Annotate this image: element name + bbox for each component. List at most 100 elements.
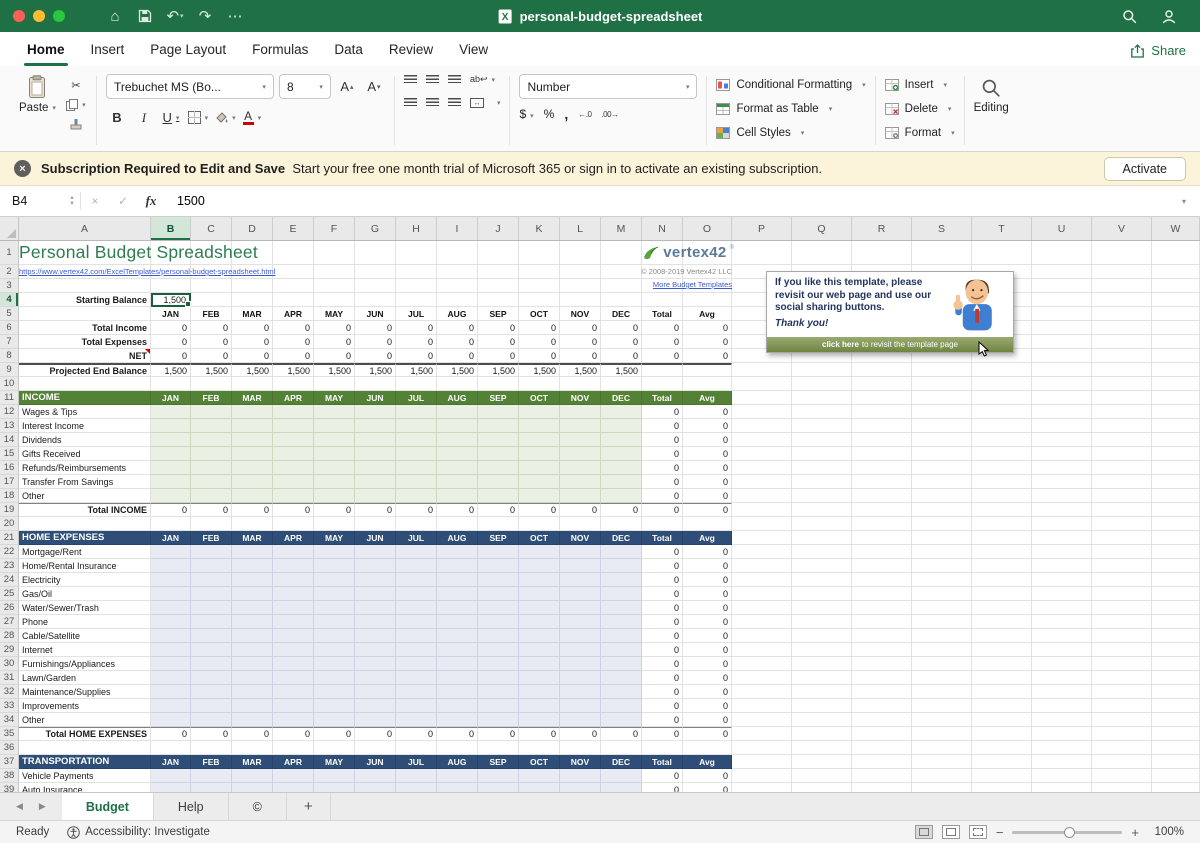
- cell-H27[interactable]: [396, 615, 437, 629]
- cell-V37[interactable]: [1092, 755, 1152, 769]
- cell-D9[interactable]: 1,500: [232, 363, 273, 377]
- cell-M16[interactable]: [601, 461, 642, 475]
- cell-I33[interactable]: [437, 699, 478, 713]
- cell-F21[interactable]: MAY: [314, 531, 355, 545]
- cell-H1[interactable]: [396, 241, 437, 265]
- cell-C30[interactable]: [191, 657, 232, 671]
- name-box[interactable]: B4: [0, 186, 64, 216]
- cell-D27[interactable]: [232, 615, 273, 629]
- ribbon-tab-review[interactable]: Review: [376, 42, 446, 66]
- cell-W26[interactable]: [1152, 601, 1200, 615]
- cell-N6[interactable]: 0: [642, 321, 683, 335]
- cell-Q12[interactable]: [792, 405, 852, 419]
- cell-G32[interactable]: [355, 685, 396, 699]
- cell-J32[interactable]: [478, 685, 519, 699]
- cell-K19[interactable]: 0: [519, 503, 560, 517]
- cell-J31[interactable]: [478, 671, 519, 685]
- cell-E2[interactable]: [273, 265, 314, 279]
- cell-K13[interactable]: [519, 419, 560, 433]
- cell-O38[interactable]: 0: [683, 769, 732, 783]
- cell-R36[interactable]: [852, 741, 912, 755]
- cell-O25[interactable]: 0: [683, 587, 732, 601]
- formula-bar-expand-button[interactable]: ▾: [1182, 186, 1200, 216]
- cell-B18[interactable]: [151, 489, 191, 503]
- cell-K37[interactable]: OCT: [519, 755, 560, 769]
- cell-M10[interactable]: [601, 377, 642, 391]
- cell-K14[interactable]: [519, 433, 560, 447]
- row-header-20[interactable]: 20: [0, 517, 19, 531]
- cell-T10[interactable]: [972, 377, 1032, 391]
- cell-D20[interactable]: [232, 517, 273, 531]
- cell-H37[interactable]: JUL: [396, 755, 437, 769]
- cell-G8[interactable]: 0: [355, 349, 396, 363]
- cell-W17[interactable]: [1152, 475, 1200, 489]
- cell-N8[interactable]: 0: [642, 349, 683, 363]
- cell-M26[interactable]: [601, 601, 642, 615]
- cell-L27[interactable]: [560, 615, 601, 629]
- select-all-button[interactable]: [0, 217, 19, 240]
- cell-K1[interactable]: [519, 241, 560, 265]
- cell-I8[interactable]: 0: [437, 349, 478, 363]
- cell-L12[interactable]: [560, 405, 601, 419]
- cell-R39[interactable]: [852, 783, 912, 792]
- cell-A31[interactable]: Lawn/Garden: [19, 671, 151, 685]
- cell-I14[interactable]: [437, 433, 478, 447]
- cell-C9[interactable]: 1,500: [191, 363, 232, 377]
- cell-M14[interactable]: [601, 433, 642, 447]
- cell-S14[interactable]: [912, 433, 972, 447]
- column-header-C[interactable]: C: [191, 217, 232, 240]
- cell-O39[interactable]: 0: [683, 783, 732, 792]
- cell-E13[interactable]: [273, 419, 314, 433]
- cell-L7[interactable]: 0: [560, 335, 601, 349]
- cell-F36[interactable]: [314, 741, 355, 755]
- cell-C10[interactable]: [191, 377, 232, 391]
- cell-J8[interactable]: 0: [478, 349, 519, 363]
- wrap-text-button[interactable]: ab↩▾: [470, 74, 495, 85]
- cell-N29[interactable]: 0: [642, 643, 683, 657]
- cell-B32[interactable]: [151, 685, 191, 699]
- cell-N35[interactable]: 0: [642, 727, 683, 741]
- cell-R15[interactable]: [852, 447, 912, 461]
- cell-W5[interactable]: [1152, 307, 1200, 321]
- cell-Q10[interactable]: [792, 377, 852, 391]
- cell-N18[interactable]: 0: [642, 489, 683, 503]
- cell-B14[interactable]: [151, 433, 191, 447]
- cell-Q20[interactable]: [792, 517, 852, 531]
- name-box-stepper[interactable]: ▴▾: [64, 186, 80, 216]
- cell-P25[interactable]: [732, 587, 792, 601]
- cell-R12[interactable]: [852, 405, 912, 419]
- cell-J14[interactable]: [478, 433, 519, 447]
- cell-R23[interactable]: [852, 559, 912, 573]
- row-header-4[interactable]: 4: [0, 293, 19, 307]
- cell-F8[interactable]: 0: [314, 349, 355, 363]
- cell-P27[interactable]: [732, 615, 792, 629]
- font-name-select[interactable]: Trebuchet MS (Bo...▾: [106, 74, 274, 99]
- cell-P11[interactable]: [732, 391, 792, 405]
- cell-M21[interactable]: DEC: [601, 531, 642, 545]
- cell-C24[interactable]: [191, 573, 232, 587]
- cell-F18[interactable]: [314, 489, 355, 503]
- cell-F26[interactable]: [314, 601, 355, 615]
- cell-K21[interactable]: OCT: [519, 531, 560, 545]
- cell-A22[interactable]: Mortgage/Rent: [19, 545, 151, 559]
- cell-V30[interactable]: [1092, 657, 1152, 671]
- cell-W37[interactable]: [1152, 755, 1200, 769]
- accessibility-status[interactable]: Accessibility: Investigate: [67, 826, 210, 839]
- row-header-33[interactable]: 33: [0, 699, 19, 713]
- cell-F4[interactable]: [314, 293, 355, 307]
- cell-N4[interactable]: [642, 293, 683, 307]
- cell-S11[interactable]: [912, 391, 972, 405]
- cell-T16[interactable]: [972, 461, 1032, 475]
- cell-S36[interactable]: [912, 741, 972, 755]
- cell-C5[interactable]: FEB: [191, 307, 232, 321]
- home-button[interactable]: ⌂: [102, 4, 128, 28]
- cell-C13[interactable]: [191, 419, 232, 433]
- cell-C27[interactable]: [191, 615, 232, 629]
- row-header-15[interactable]: 15: [0, 447, 19, 461]
- cell-G3[interactable]: [355, 279, 396, 293]
- cell-O14[interactable]: 0: [683, 433, 732, 447]
- cell-E24[interactable]: [273, 573, 314, 587]
- cell-Q34[interactable]: [792, 713, 852, 727]
- cell-I16[interactable]: [437, 461, 478, 475]
- cell-H33[interactable]: [396, 699, 437, 713]
